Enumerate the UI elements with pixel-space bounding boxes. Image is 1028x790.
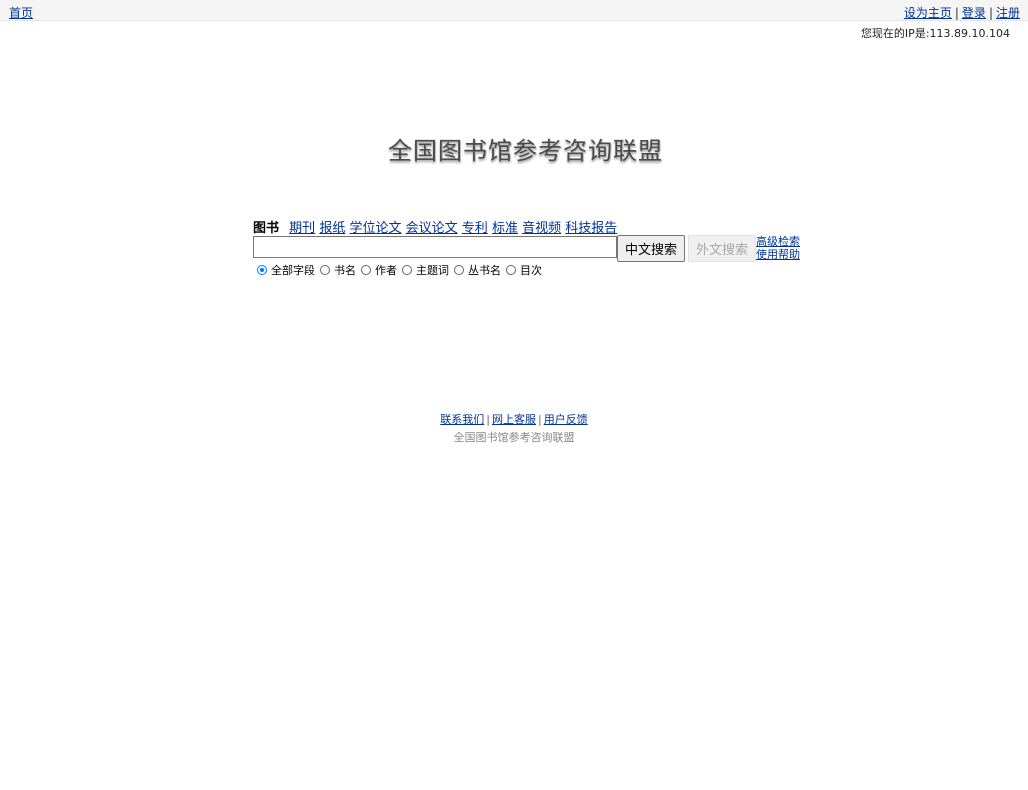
login-link[interactable]: 登录	[962, 6, 986, 20]
radio-label: 丛书名	[468, 264, 501, 277]
radio-label: 作者	[375, 264, 397, 277]
tab-books[interactable]: 图书	[253, 221, 279, 236]
footer-copyright: 全国图书馆参考咨询联盟	[453, 431, 575, 444]
top-bar: 首页 设为主页 | 登录 | 注册	[0, 0, 1028, 21]
tab-newspapers[interactable]: 报纸	[319, 221, 345, 236]
search-category-tabs: 图书 期刊 报纸 学位论文 会议论文 专利 标准 音视频 科技报告	[253, 217, 617, 236]
tab-tech-reports[interactable]: 科技报告	[565, 221, 617, 236]
radio-all-fields[interactable]	[257, 265, 267, 275]
help-link[interactable]: 使用帮助	[756, 248, 800, 261]
search-side-links: 高级检索 使用帮助	[756, 235, 800, 261]
search-field-options: 全部字段 书名 作者 主题词 丛书名 目次	[255, 262, 545, 278]
radio-contents[interactable]	[506, 265, 516, 275]
separator: |	[954, 6, 959, 20]
ip-notice: 您现在的IP是:113.89.10.104	[860, 27, 1010, 40]
tab-patents[interactable]: 专利	[462, 221, 488, 236]
set-homepage-link[interactable]: 设为主页	[904, 6, 952, 20]
feedback-link[interactable]: 用户反馈	[544, 413, 588, 426]
advanced-search-link[interactable]: 高级检索	[756, 235, 800, 248]
separator: |	[538, 413, 542, 426]
radio-subject[interactable]	[402, 265, 412, 275]
chinese-search-button[interactable]: 中文搜索	[617, 235, 685, 262]
tab-dissertations[interactable]: 学位论文	[349, 221, 401, 236]
online-service-link[interactable]: 网上客服	[492, 413, 536, 426]
site-logo: 全国图书馆参考咨询联盟	[388, 137, 663, 165]
contact-us-link[interactable]: 联系我们	[440, 413, 484, 426]
radio-label: 目次	[520, 264, 542, 277]
radio-label: 全部字段	[271, 264, 315, 277]
foreign-search-button[interactable]: 外文搜索	[688, 235, 756, 262]
top-right-links: 设为主页 | 登录 | 注册	[904, 4, 1020, 21]
radio-series[interactable]	[454, 265, 464, 275]
radio-author[interactable]	[361, 265, 371, 275]
separator: |	[988, 6, 993, 20]
tab-standards[interactable]: 标准	[492, 221, 518, 236]
separator: |	[486, 413, 490, 426]
tab-audio-video[interactable]: 音视频	[522, 221, 561, 236]
register-link[interactable]: 注册	[996, 6, 1020, 20]
footer-links: 联系我们 | 网上客服 | 用户反馈	[0, 411, 1028, 427]
home-link[interactable]: 首页	[9, 4, 33, 21]
tab-conference-papers[interactable]: 会议论文	[406, 221, 458, 236]
search-input[interactable]	[253, 236, 617, 258]
radio-label: 主题词	[416, 264, 449, 277]
tab-journals[interactable]: 期刊	[289, 221, 315, 236]
radio-title[interactable]	[320, 265, 330, 275]
radio-label: 书名	[334, 264, 356, 277]
